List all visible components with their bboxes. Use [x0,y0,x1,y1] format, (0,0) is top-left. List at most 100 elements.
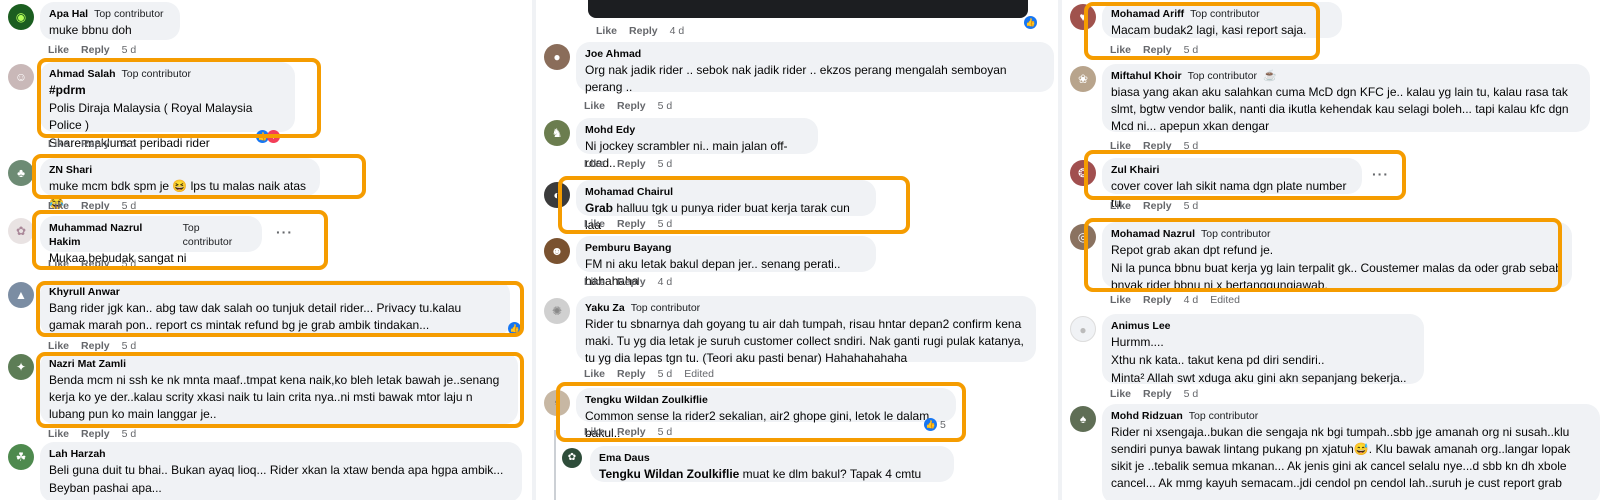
like-button[interactable]: Like [48,44,69,56]
like-button[interactable]: Like [584,100,605,112]
avatar[interactable]: ◉ [8,4,34,30]
author-name[interactable]: Apa Hal [49,7,88,21]
timestamp[interactable]: 5 d [1184,200,1199,212]
like-button[interactable]: Like [1110,44,1131,56]
avatar[interactable]: ✦ [8,354,34,380]
author-name[interactable]: Mohd Ridzuan [1111,409,1183,423]
reply-button[interactable]: Reply [81,340,110,352]
reply-button[interactable]: Reply [1143,388,1172,400]
timestamp[interactable]: 4 d [658,276,673,288]
author-name[interactable]: ZN Shari [49,163,92,177]
author-name[interactable]: Nazri Mat Zamli [49,357,126,371]
reaction-count[interactable]: 👍 [508,322,521,335]
avatar[interactable]: ▲ [8,282,34,308]
timestamp[interactable]: 5 d [1184,44,1199,56]
reply-button[interactable]: Reply [617,218,646,230]
avatar[interactable]: ❀ [1070,66,1096,92]
avatar[interactable]: ✿ [562,448,582,468]
author-name[interactable]: Miftahul Khoir [1111,69,1182,83]
author-name[interactable]: Zul Khairi [1111,163,1159,177]
timestamp[interactable]: 5 d [122,200,137,212]
avatar[interactable]: ✺ [544,298,570,324]
timestamp[interactable]: 5 d [122,258,137,270]
reply-button[interactable]: Reply [81,428,110,440]
author-name[interactable]: Ahmad Salah [49,67,116,81]
like-button[interactable]: Like [48,428,69,440]
author-name[interactable]: Joe Ahmad [585,47,641,61]
like-button[interactable]: Like [1110,140,1131,152]
avatar[interactable]: ● [1070,316,1096,342]
reply-button[interactable]: Reply [1143,140,1172,152]
reply-button[interactable]: Reply [1143,294,1172,306]
author-name[interactable]: Yaku Za [585,301,625,315]
reply-button[interactable]: Reply [81,200,110,212]
avatar[interactable]: ❂ [1070,160,1096,186]
reply-button[interactable]: Reply [81,258,110,270]
reply-button[interactable]: Reply [81,138,110,150]
avatar[interactable]: ♞ [544,120,570,146]
author-name[interactable]: Mohamad Chairul [585,185,673,199]
like-button[interactable]: Like [596,25,617,37]
like-button[interactable]: Like [584,426,605,438]
author-name[interactable]: Mohd Edy [585,123,635,137]
like-button[interactable]: Like [1110,200,1131,212]
avatar[interactable]: ☻ [544,238,570,264]
hashtag-link[interactable]: #pdrm [49,83,86,97]
more-options-icon[interactable]: ··· [1372,166,1389,182]
timestamp[interactable]: 5 d [658,158,673,170]
author-name[interactable]: Pemburu Bayang [585,241,671,255]
author-name[interactable]: Muhammad Nazrul Hakim [49,221,177,249]
mention-link[interactable]: Grab [585,201,613,215]
mention-link[interactable]: Tengku Wildan Zoulkiflie [599,467,739,481]
author-name[interactable]: Animus Lee [1111,319,1171,333]
reply-button[interactable]: Reply [1143,44,1172,56]
reply-button[interactable]: Reply [1143,200,1172,212]
like-button[interactable]: Like [48,258,69,270]
timestamp[interactable]: 5 d [122,340,137,352]
reply-button[interactable]: Reply [617,276,646,288]
timestamp[interactable]: 4 d [670,25,685,37]
reaction-count[interactable]: 👍 5 [924,418,946,431]
reply-button[interactable]: Reply [81,44,110,56]
timestamp[interactable]: 5 d [1184,140,1199,152]
timestamp[interactable]: 4 d [1184,294,1199,306]
avatar[interactable]: ♠ [1070,406,1096,432]
avatar[interactable]: ◐ [544,182,570,208]
avatar[interactable]: ◎ [1070,224,1096,250]
avatar[interactable]: ✿ [8,218,34,244]
like-button[interactable]: Like [1110,294,1131,306]
author-name[interactable]: Ema Daus [599,451,650,465]
media-preview[interactable] [588,0,1028,18]
author-name[interactable]: Mohamad Ariff [1111,7,1184,21]
avatar[interactable]: ● [544,44,570,70]
timestamp[interactable]: 5 d [122,428,137,440]
timestamp[interactable]: 5 d [658,368,673,380]
reply-button[interactable]: Reply [629,25,658,37]
more-options-icon[interactable]: ··· [276,224,293,240]
author-name[interactable]: Lah Harzah [49,447,106,461]
reaction-count[interactable]: 👍 ♥ [256,130,280,143]
timestamp[interactable]: 5 d [122,138,137,150]
reply-button[interactable]: Reply [617,158,646,170]
timestamp[interactable]: 5 d [658,218,673,230]
like-button[interactable]: Like [1110,388,1131,400]
reaction-count[interactable]: 👍 [1024,16,1037,29]
reply-button[interactable]: Reply [617,100,646,112]
reply-button[interactable]: Reply [617,368,646,380]
timestamp[interactable]: 5 d [658,100,673,112]
timestamp[interactable]: 5 d [658,426,673,438]
like-button[interactable]: Like [48,138,69,150]
timestamp[interactable]: 5 d [1184,388,1199,400]
avatar[interactable]: ♀ [544,390,570,416]
avatar[interactable]: ☺ [8,64,34,90]
avatar[interactable]: ☘ [8,444,34,470]
like-button[interactable]: Like [584,368,605,380]
like-button[interactable]: Like [48,200,69,212]
author-name[interactable]: Mohamad Nazrul [1111,227,1195,241]
author-name[interactable]: Khyrull Anwar [49,285,120,299]
avatar[interactable]: ♥ [1070,4,1096,30]
reply-button[interactable]: Reply [617,426,646,438]
like-button[interactable]: Like [48,340,69,352]
avatar[interactable]: ♣ [8,160,34,186]
like-button[interactable]: Like [584,276,605,288]
